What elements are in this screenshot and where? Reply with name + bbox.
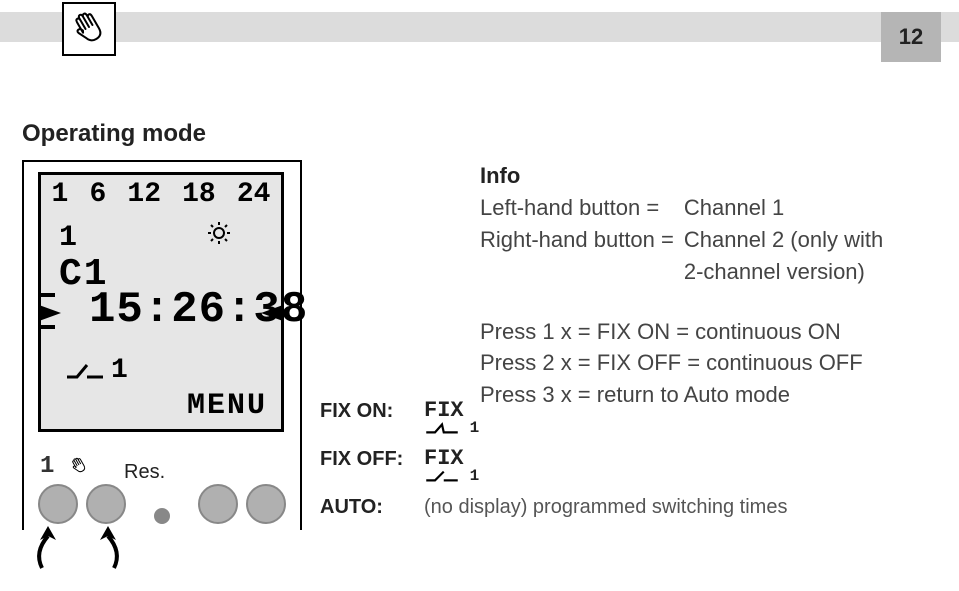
scale-tick: 24 (237, 179, 271, 210)
info-right-value-line1: Channel 2 (only with (684, 227, 883, 252)
legend-fix-on-channel: 1 (470, 419, 480, 437)
press-arrow-icon (30, 522, 80, 572)
button-1-number: 1 (40, 453, 54, 480)
info-press-2: Press 2 x = FIX OFF = continuous OFF (480, 347, 929, 379)
legend-fix-on: FIX ON: FIX 1 (320, 400, 787, 436)
top-indicator: 1 (59, 221, 77, 255)
info-block: Info Left-hand button = Channel 1 Right-… (480, 160, 929, 411)
scale-tick: 1 (52, 179, 69, 210)
device-illustration: 1 6 12 18 24 1 (22, 160, 302, 530)
mode-legend: FIX ON: FIX 1 FIX OFF: FIX 1 AUTO: (320, 400, 787, 531)
legend-fix-off-relay: 1 (424, 468, 479, 484)
side-tick (39, 293, 55, 297)
scale-tick: 12 (127, 179, 161, 210)
info-left-value: Channel 1 (684, 192, 929, 224)
left-nav-button[interactable] (86, 484, 126, 524)
side-tick (39, 325, 55, 329)
section-heading: Operating mode (22, 120, 206, 148)
legend-auto-label: AUTO: (320, 496, 408, 519)
right-nav-button[interactable] (198, 484, 238, 524)
legend-fix-off-label: FIX OFF: (320, 448, 408, 471)
relay-on-icon (65, 361, 105, 381)
legend-fix-off: FIX OFF: FIX 1 (320, 448, 787, 484)
left-cursor-icon (39, 305, 61, 321)
button-1-label: 1 (40, 453, 89, 480)
legend-fix-off-symbol: FIX 1 (424, 448, 479, 484)
info-heading: Info (480, 160, 929, 192)
hand-small-icon (69, 453, 89, 480)
relay-indicator: 1 (65, 355, 128, 386)
legend-fix-on-label: FIX ON: (320, 400, 408, 423)
device-button-row (38, 484, 286, 524)
scale-tick: 18 (182, 179, 216, 210)
legend-fix-on-symbol: FIX 1 (424, 400, 479, 436)
menu-button[interactable] (246, 484, 286, 524)
legend-auto-note: (no display) programmed switching times (424, 496, 787, 519)
legend-auto: AUTO: (no display) programmed switching … (320, 496, 787, 519)
time-scale: 1 6 12 18 24 (41, 179, 281, 210)
info-right-value-line2: 2-channel version) (684, 259, 865, 284)
menu-label: MENU (187, 389, 267, 423)
scale-tick: 6 (89, 179, 106, 210)
legend-fix-off-channel: 1 (470, 467, 480, 485)
channel-1-button[interactable] (38, 484, 78, 524)
reset-label: Res. (124, 461, 165, 484)
sun-icon (207, 221, 231, 255)
lcd-row-indicators: 1 (59, 221, 231, 255)
info-right-label: Right-hand button = (480, 224, 674, 288)
relay-channel-number: 1 (111, 355, 128, 386)
header-bar: 12 (0, 12, 959, 42)
lcd-screen: 1 6 12 18 24 1 (38, 172, 284, 432)
info-left-label: Left-hand button = (480, 192, 674, 224)
page-number-badge: 12 (881, 12, 941, 62)
hand-icon (69, 7, 109, 52)
press-arrow-icon (76, 522, 126, 572)
manual-operation-icon-box (62, 2, 116, 56)
info-press-1: Press 1 x = FIX ON = continuous ON (480, 316, 929, 348)
reset-button[interactable] (154, 508, 170, 524)
legend-fix-on-relay: 1 (424, 420, 479, 436)
page-number: 12 (899, 24, 923, 50)
